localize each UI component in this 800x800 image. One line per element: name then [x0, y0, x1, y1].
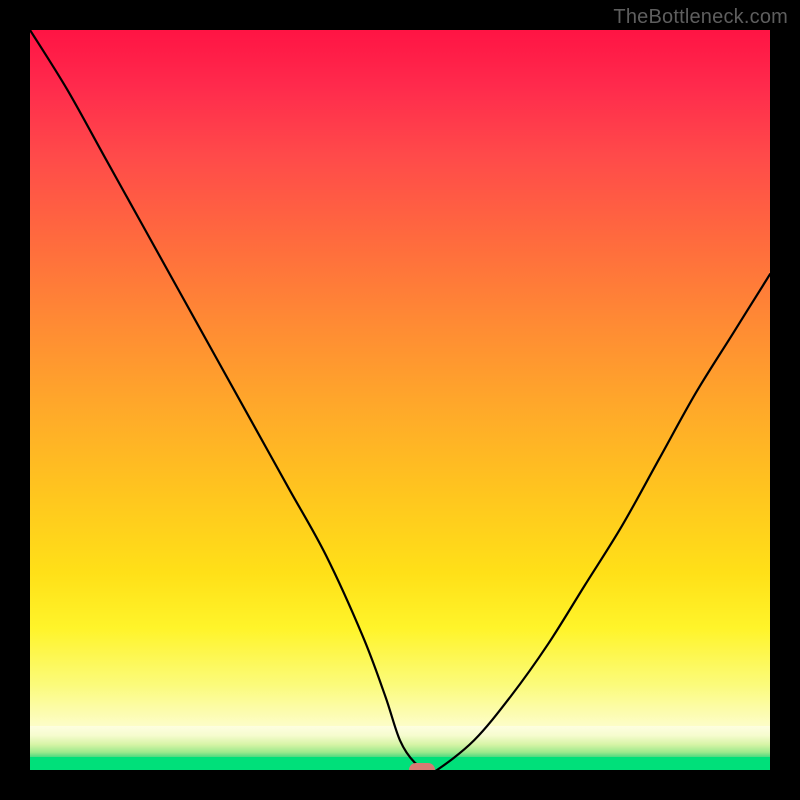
watermark-text: TheBottleneck.com: [613, 6, 788, 29]
chart-frame: TheBottleneck.com: [0, 0, 800, 800]
curve-svg: [30, 30, 770, 770]
bottleneck-curve-path: [30, 30, 770, 770]
plot-area: [30, 30, 770, 770]
optimum-marker: [409, 763, 435, 770]
